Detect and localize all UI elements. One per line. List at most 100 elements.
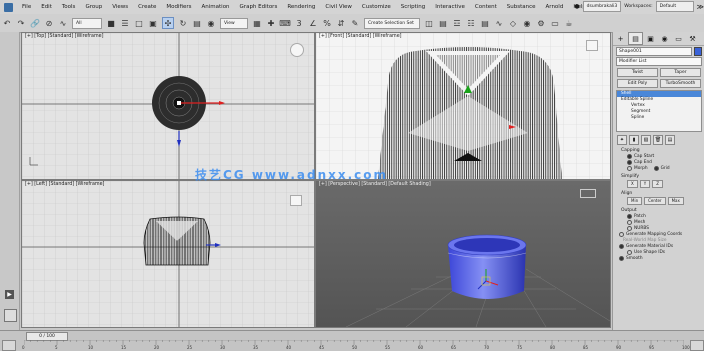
- menu-interactive[interactable]: Interactive: [430, 0, 470, 14]
- workspace-dropdown[interactable]: Default: [655, 1, 694, 12]
- mesh-radio[interactable]: [627, 220, 632, 225]
- menu-edit[interactable]: Edit: [36, 0, 57, 14]
- menu-rendering[interactable]: Rendering: [282, 0, 320, 14]
- make-unique-icon[interactable]: ▧: [641, 135, 651, 145]
- next-frame-icon[interactable]: [690, 340, 704, 351]
- place-icon[interactable]: ◉: [206, 18, 216, 28]
- angle-snap-icon[interactable]: ∠: [308, 18, 318, 28]
- turbosmooth-button[interactable]: TurboSmooth: [660, 79, 701, 88]
- schematic-view-icon[interactable]: ◇: [508, 18, 518, 28]
- output-mesh-option[interactable]: Mesh: [627, 220, 701, 225]
- user-account[interactable]: dsumbrakali3: [582, 1, 622, 12]
- left-viewport[interactable]: [+] [Left] [Standard] [Wireframe]: [21, 180, 315, 328]
- material-editor-icon[interactable]: ◉: [522, 18, 532, 28]
- selection-filter-dropdown[interactable]: All: [72, 17, 102, 29]
- select-and-rotate-icon[interactable]: ↻: [178, 18, 188, 28]
- morph-radio[interactable]: [627, 166, 632, 171]
- display-tab-icon[interactable]: ▭: [672, 33, 685, 44]
- front-object-wireframe[interactable]: [378, 47, 562, 179]
- cap-end-option[interactable]: Cap End: [627, 160, 701, 165]
- render-production-icon[interactable]: ☕: [564, 18, 574, 28]
- toggle-scene-explorer-icon[interactable]: ☲: [452, 18, 462, 28]
- top-viewcube[interactable]: [290, 43, 304, 57]
- unlink-icon[interactable]: ⊘: [44, 18, 54, 28]
- select-by-name-icon[interactable]: ☰: [120, 18, 130, 28]
- redo-icon[interactable]: ↷: [16, 18, 26, 28]
- top-viewport-label[interactable]: [+] [Top] [Standard] [Wireframe]: [25, 34, 104, 39]
- patch-radio[interactable]: [627, 214, 632, 219]
- select-object-icon[interactable]: ■: [106, 18, 116, 28]
- utilities-tab-icon[interactable]: ⚒: [686, 33, 699, 44]
- menu-customize[interactable]: Customize: [357, 0, 396, 14]
- output-nurbs-option[interactable]: NURBS: [627, 226, 701, 231]
- perspective-viewport[interactable]: [+] [Perspective] [Standard] [Default Sh…: [315, 180, 611, 328]
- render-setup-icon[interactable]: ⚙: [536, 18, 546, 28]
- cap-start-checkbox[interactable]: [627, 154, 632, 159]
- simplify-y-button[interactable]: Y: [639, 180, 651, 188]
- menu-scripting[interactable]: Scripting: [396, 0, 430, 14]
- snaps-toggle-icon[interactable]: 3: [294, 18, 304, 28]
- generate-mapping-option[interactable]: Generate Mapping Coords: [619, 232, 701, 237]
- menu-graph-editors[interactable]: Graph Editors: [235, 0, 283, 14]
- generate-matid-checkbox[interactable]: [619, 244, 624, 249]
- percent-snap-icon[interactable]: %: [322, 18, 332, 28]
- reference-coordinate-dropdown[interactable]: View: [220, 17, 248, 29]
- motion-tab-icon[interactable]: ◉: [658, 33, 671, 44]
- nurbs-radio[interactable]: [627, 226, 632, 231]
- menu-substance[interactable]: Substance: [502, 0, 541, 14]
- output-patch-option[interactable]: Patch: [627, 214, 701, 219]
- expand-icon[interactable]: ≫: [697, 3, 704, 11]
- left-viewcube[interactable]: [290, 195, 302, 206]
- smooth-checkbox[interactable]: [619, 256, 624, 261]
- edit-poly-button[interactable]: Edit Poly: [617, 79, 658, 88]
- top-viewport[interactable]: [+] [Top] [Standard] [Wireframe]: [21, 32, 315, 180]
- front-viewport[interactable]: [+] [Front] [Standard] [Wireframe]: [315, 32, 611, 180]
- cap-end-checkbox[interactable]: [627, 160, 632, 165]
- prev-frame-icon[interactable]: [2, 340, 16, 351]
- menu-modifiers[interactable]: Modifiers: [161, 0, 196, 14]
- user-icon[interactable]: ●: [574, 3, 579, 10]
- simplify-z-button[interactable]: Z: [652, 180, 663, 188]
- show-end-result-icon[interactable]: ▮: [629, 135, 639, 145]
- pivot-center-icon[interactable]: ▦: [252, 18, 262, 28]
- named-selection-set-dropdown[interactable]: Create Selection Set: [364, 17, 420, 29]
- toggle-ribbon-icon[interactable]: ▤: [480, 18, 490, 28]
- use-shape-ids-checkbox[interactable]: [627, 250, 632, 255]
- left-viewport-label[interactable]: [+] [Left] [Standard] [Wireframe]: [25, 182, 104, 187]
- toggle-layer-explorer-icon[interactable]: ☷: [466, 18, 476, 28]
- select-manipulate-icon[interactable]: ✚: [266, 18, 276, 28]
- align-min-button[interactable]: Min: [627, 197, 643, 205]
- twist-button[interactable]: Twist: [617, 68, 658, 77]
- mirror-icon[interactable]: ◫: [424, 18, 434, 28]
- remove-modifier-icon[interactable]: 🗑: [653, 135, 663, 145]
- play-icon[interactable]: ▶: [5, 290, 14, 299]
- edit-named-selection-icon[interactable]: ✎: [350, 18, 360, 28]
- keyboard-shortcut-icon[interactable]: ⌨: [279, 18, 291, 28]
- menu-civil-view[interactable]: Civil View: [320, 0, 356, 14]
- link-icon[interactable]: 🔗: [30, 18, 40, 28]
- left-object-wireframe[interactable]: [143, 216, 211, 266]
- align-icon[interactable]: ▤: [438, 18, 448, 28]
- menu-create[interactable]: Create: [133, 0, 161, 14]
- spinner-snap-icon[interactable]: ⇵: [336, 18, 346, 28]
- modify-tab-icon[interactable]: ▤: [628, 32, 643, 45]
- window-crossing-icon[interactable]: ▣: [148, 18, 158, 28]
- stack-item-spline[interactable]: Spline: [617, 115, 701, 121]
- hierarchy-tab-icon[interactable]: ▣: [644, 33, 657, 44]
- front-viewcube[interactable]: [586, 40, 598, 51]
- viewport-layout-icon[interactable]: [4, 309, 17, 322]
- select-and-scale-icon[interactable]: ▤: [192, 18, 202, 28]
- undo-icon[interactable]: ↶: [2, 18, 12, 28]
- curve-editor-icon[interactable]: ∿: [494, 18, 504, 28]
- rendered-frame-window-icon[interactable]: ▭: [550, 18, 560, 28]
- smooth-option[interactable]: Smooth: [619, 256, 701, 261]
- menu-file[interactable]: File: [17, 0, 36, 14]
- rectangular-selection-icon[interactable]: □: [134, 18, 144, 28]
- cap-start-option[interactable]: Cap Start: [627, 154, 701, 159]
- perspective-object-cup[interactable]: [447, 234, 527, 299]
- select-and-move-icon[interactable]: ✣: [162, 17, 174, 29]
- simplify-x-button[interactable]: X: [627, 180, 638, 188]
- align-max-button[interactable]: Max: [667, 197, 684, 205]
- menu-group[interactable]: Group: [80, 0, 107, 14]
- use-shape-ids-option[interactable]: Use Shape IDs: [627, 250, 701, 255]
